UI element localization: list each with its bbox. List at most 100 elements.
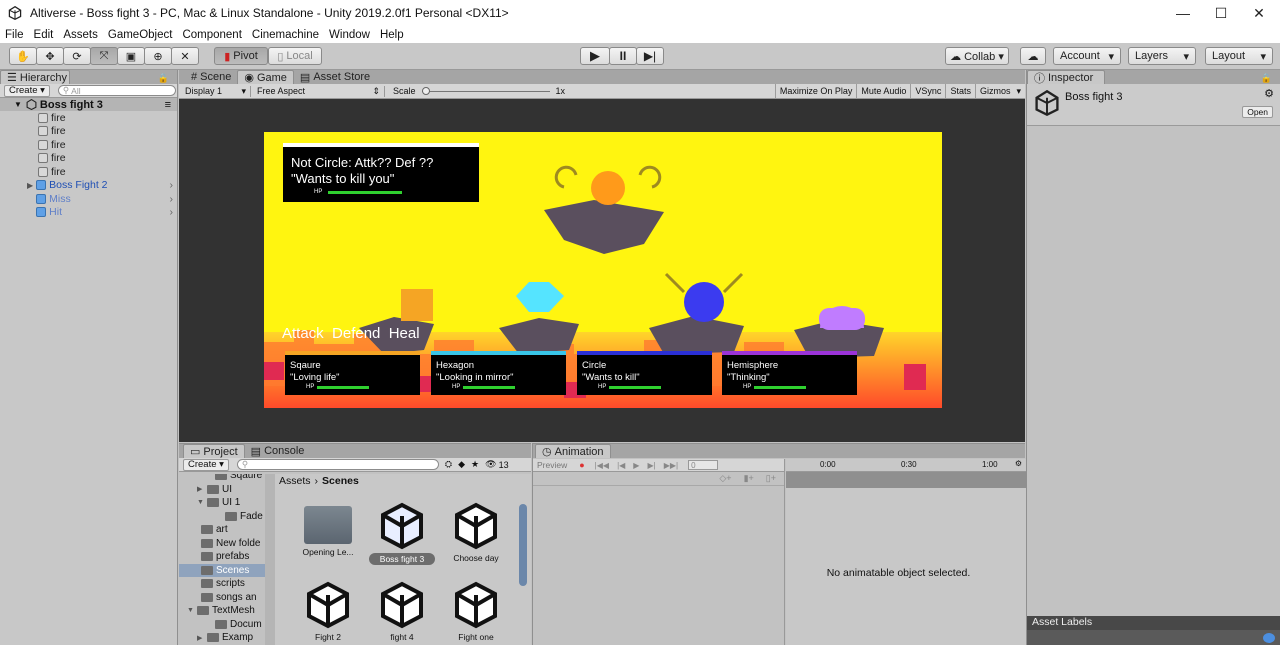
first-key-icon[interactable]: |◀◀	[595, 461, 609, 470]
transform-tool-button[interactable]: ⊕	[144, 47, 172, 65]
asset-scrollbar[interactable]	[519, 504, 527, 586]
menu-cinemachine[interactable]: Cinemachine	[247, 29, 324, 41]
pivot-toggle[interactable]: ▮ Pivot	[214, 47, 268, 65]
hierarchy-item[interactable]: fire	[0, 111, 177, 125]
open-button[interactable]: Open	[1242, 106, 1273, 118]
pause-button[interactable]: II	[609, 47, 637, 65]
asset-item[interactable]: Choose day	[443, 502, 509, 563]
lock-icon[interactable]: 🔒	[1261, 73, 1272, 84]
hand-tool-button[interactable]: ✋	[9, 47, 37, 65]
tree-scrollbar[interactable]	[265, 474, 275, 645]
expand-arrow-icon[interactable]: ▶	[27, 181, 33, 190]
menu-help[interactable]: Help	[375, 29, 409, 41]
rect-tool-button[interactable]: ▣	[117, 47, 145, 65]
expand-arrow-icon[interactable]: ▼	[197, 499, 207, 506]
rotate-tool-button[interactable]: ⟳	[63, 47, 91, 65]
add-property-icon[interactable]: ▯+	[766, 473, 776, 484]
expand-arrow-icon[interactable]: ▶	[197, 485, 207, 493]
maximize-on-play-toggle[interactable]: Maximize On Play	[774, 84, 857, 98]
hierarchy-item[interactable]: ▶ Miss ›	[0, 192, 177, 206]
tab-animation[interactable]: ◷ Animation	[535, 444, 611, 458]
asset-item[interactable]: Fight one	[443, 581, 509, 642]
project-folder-item[interactable]: Scenes	[179, 563, 265, 577]
project-folder-item[interactable]: scripts	[179, 577, 265, 591]
prev-key-icon[interactable]: |◀	[617, 461, 625, 470]
hierarchy-create-button[interactable]: Create ▾	[4, 84, 50, 97]
menu-file[interactable]: File	[0, 29, 29, 41]
project-folder-item[interactable]: ▶ Examp	[179, 631, 265, 645]
frame-input[interactable]: 0	[688, 460, 719, 470]
scene-header-row[interactable]: ▼ Boss fight 3 ≡	[0, 98, 177, 111]
gizmos-toggle[interactable]: Gizmos ▾	[974, 84, 1025, 98]
game-viewport[interactable]: Not Circle: Attk?? Def ?? "Wants to kill…	[179, 99, 1025, 442]
menu-gameobject[interactable]: GameObject	[103, 29, 178, 41]
custom-tool-button[interactable]: ✕	[171, 47, 199, 65]
project-folder-item[interactable]: Docum	[179, 618, 265, 632]
hierarchy-search-input[interactable]: ⚲ All	[57, 85, 176, 96]
hierarchy-item[interactable]: fire	[0, 165, 177, 179]
scale-slider[interactable]	[421, 86, 550, 96]
eye-icon[interactable]: 👁	[485, 459, 496, 470]
hierarchy-item[interactable]: fire	[0, 138, 177, 152]
asset-item[interactable]: fight 4	[369, 581, 435, 642]
tab-game[interactable]: ◉ Game	[237, 70, 294, 84]
play-icon[interactable]: ▶	[633, 461, 639, 470]
tab-scene[interactable]: # Scene	[185, 70, 237, 84]
project-folder-item[interactable]: ▼ TextMesh	[179, 604, 265, 618]
tag-icon[interactable]	[1263, 633, 1275, 643]
local-toggle[interactable]: ▯ Local	[268, 47, 322, 65]
record-icon[interactable]: ●	[579, 460, 584, 470]
layout-dropdown[interactable]: Layout ▾	[1205, 47, 1273, 65]
play-button[interactable]: ▶	[580, 47, 610, 65]
breadcrumb-scenes[interactable]: Scenes	[322, 475, 359, 487]
cloud-button[interactable]: ☁	[1020, 47, 1046, 65]
chevron-right-icon[interactable]: ›	[170, 193, 174, 205]
close-button[interactable]: ✕	[1236, 0, 1280, 26]
display-dropdown[interactable]: Display 1 ▾	[179, 85, 251, 97]
preview-toggle[interactable]: Preview	[533, 460, 571, 470]
expand-arrow-icon[interactable]: ▶	[27, 194, 33, 203]
project-folder-item[interactable]: New folde	[179, 537, 265, 551]
lock-icon[interactable]: 🔒	[158, 73, 169, 84]
aspect-dropdown[interactable]: Free Aspect ⇕	[251, 85, 385, 97]
project-folder-item[interactable]: art	[179, 523, 265, 537]
favorite-icon[interactable]: ★	[471, 459, 479, 470]
breadcrumb-assets[interactable]: Assets	[279, 475, 311, 487]
tab-asset-store[interactable]: ▤ Asset Store	[294, 70, 376, 84]
mute-audio-toggle[interactable]: Mute Audio	[856, 84, 910, 98]
add-event-icon[interactable]: ▮+	[744, 473, 754, 484]
vsync-toggle[interactable]: VSync	[910, 84, 945, 98]
slider-thumb[interactable]	[421, 86, 430, 95]
tab-console[interactable]: ▤ Console	[245, 444, 311, 458]
move-tool-button[interactable]: ✥	[36, 47, 64, 65]
filter-label-icon[interactable]: ◆	[458, 459, 465, 470]
tab-project[interactable]: ▭ Project	[183, 444, 245, 458]
gear-icon[interactable]: ⚙	[1015, 459, 1022, 468]
chevron-right-icon[interactable]: ›	[170, 206, 174, 218]
project-folder-item[interactable]: Fade	[179, 510, 265, 524]
expand-arrow-icon[interactable]: ▶	[197, 634, 207, 642]
last-key-icon[interactable]: ▶▶|	[664, 461, 678, 470]
project-folder-item[interactable]: songs an	[179, 591, 265, 605]
project-folder-item[interactable]: ▶ UI	[179, 483, 265, 497]
asset-item[interactable]: Fight 2	[295, 581, 361, 642]
filter-type-icon[interactable]: ⛭	[445, 459, 452, 470]
stats-toggle[interactable]: Stats	[945, 84, 975, 98]
account-dropdown[interactable]: Account ▾	[1053, 47, 1121, 65]
project-folder-item[interactable]: ▼ UI 1	[179, 496, 265, 510]
project-search-input[interactable]: ⚲	[236, 459, 439, 470]
asset-item[interactable]: Boss fight 3	[369, 502, 435, 565]
hierarchy-item[interactable]: ▶ Hit ›	[0, 206, 177, 220]
menu-assets[interactable]: Assets	[58, 29, 103, 41]
scale-tool-button[interactable]: ⤧	[90, 47, 118, 65]
chevron-right-icon[interactable]: ›	[170, 179, 174, 191]
menu-edit[interactable]: Edit	[29, 29, 59, 41]
step-button[interactable]: ▶|	[636, 47, 664, 65]
expand-arrow-icon[interactable]: ▶	[27, 208, 33, 217]
menu-component[interactable]: Component	[177, 29, 246, 41]
hierarchy-item[interactable]: ▶ Boss Fight 2 ›	[0, 179, 177, 193]
project-create-button[interactable]: Create ▾	[183, 458, 229, 471]
menu-icon[interactable]: ≡	[165, 99, 171, 111]
project-folder-item[interactable]: Sqaure	[179, 474, 265, 483]
animation-timeline[interactable]: 0:00 0:30 1:00 ⚙ No animatable object se…	[786, 459, 1026, 645]
